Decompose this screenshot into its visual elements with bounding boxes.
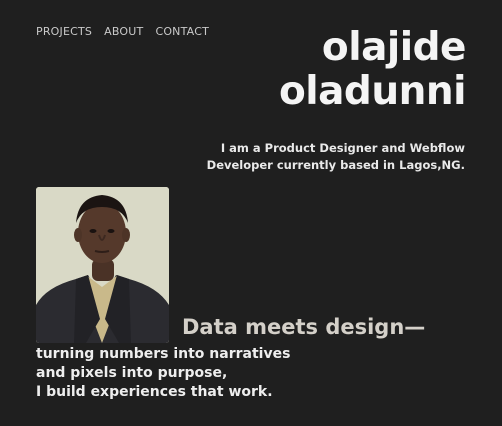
profile-photo — [36, 187, 169, 343]
portrait-illustration — [36, 187, 169, 343]
intro-text: I am a Product Designer and Webflow Deve… — [165, 140, 465, 174]
statement-headline: Data meets design— — [182, 315, 426, 339]
site-owner-name: olajide oladunni — [278, 25, 467, 114]
tagline-line-3: I build experiences that work. — [36, 384, 273, 400]
intro-line-2: Developer currently based in Lagos,NG. — [206, 158, 465, 172]
name-last: oladunni — [278, 69, 467, 114]
nav-link-contact[interactable]: CONTACT — [155, 25, 209, 38]
tagline-line-2: and pixels into purpose, — [36, 365, 228, 381]
nav-link-projects[interactable]: PROJECTS — [36, 25, 92, 38]
main-nav: PROJECTS ABOUT CONTACT — [36, 25, 209, 38]
name-first: olajide — [321, 25, 467, 70]
intro-line-1: I am a Product Designer and Webflow — [220, 141, 465, 155]
tagline-line-1: turning numbers into narratives — [36, 346, 291, 362]
nav-link-about[interactable]: ABOUT — [104, 25, 143, 38]
statement-tagline: turning numbers into narratives and pixe… — [36, 345, 290, 402]
